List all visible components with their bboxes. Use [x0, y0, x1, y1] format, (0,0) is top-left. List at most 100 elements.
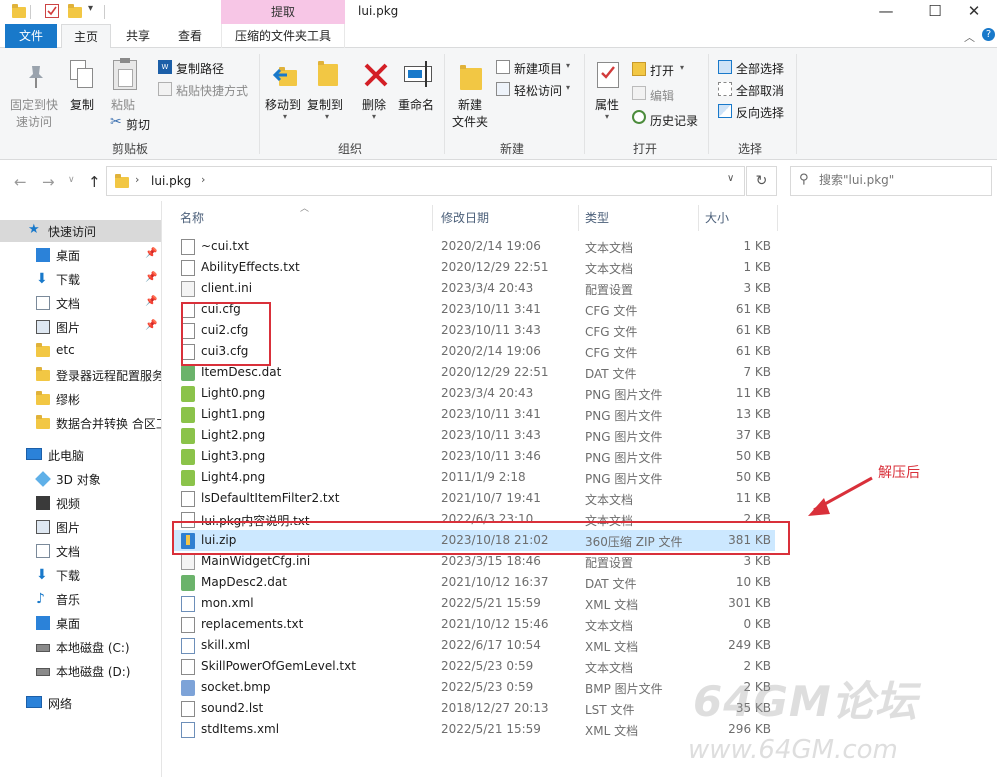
forward-arrow-icon[interactable]: → [42, 173, 55, 191]
file-row[interactable]: MapDesc2.dat 2021/10/12 16:37 DAT 文件 10 KB [173, 572, 775, 593]
file-row[interactable]: Light0.png 2023/3/4 20:43 PNG 图片文件 11 KB [173, 383, 775, 404]
refresh-button[interactable]: ↻ [746, 166, 777, 196]
file-row[interactable]: stdItems.xml 2022/5/21 15:59 XML 文档 296 KB [173, 719, 775, 740]
nav-item-folder[interactable]: 登录器远程配置服务 [0, 364, 161, 386]
nav-this-pc[interactable]: 此电脑 [0, 444, 161, 466]
breadcrumb-chevron-icon[interactable]: › [201, 173, 205, 186]
file-size: 249 KB [728, 638, 771, 652]
history-button[interactable]: 历史记录 [650, 112, 698, 129]
nav-item-documents[interactable]: 文档 [0, 540, 161, 562]
select-none-button[interactable]: 全部取消 [736, 82, 784, 99]
pin-icon: 📌 [145, 320, 158, 331]
address-bar[interactable]: › lui.pkg › ∨ [106, 166, 745, 196]
file-row[interactable]: Light4.png 2011/1/9 2:18 PNG 图片文件 50 KB [173, 467, 775, 488]
file-row[interactable]: SkillPowerOfGemLevel.txt 2022/5/23 0:59 文本… [173, 656, 775, 677]
column-divider[interactable] [432, 205, 433, 231]
copy-to-button[interactable]: 复制到 [307, 96, 343, 113]
nav-network[interactable]: 网络 [0, 692, 161, 714]
file-row[interactable]: skill.xml 2022/6/17 10:54 XML 文档 249 KB [173, 635, 775, 656]
pin-quick-access-button[interactable]: 固定到快 [10, 96, 58, 113]
file-row[interactable]: AbilityEffects.txt 2020/12/29 22:51 文本文档 1 … [173, 257, 775, 278]
invert-selection-button[interactable]: 反向选择 [736, 104, 784, 121]
collapse-ribbon-icon[interactable]: ︿ [964, 29, 975, 45]
nav-item-music[interactable]: ♪ 音乐 [0, 588, 161, 610]
file-size: 11 KB [735, 386, 771, 400]
file-row[interactable]: lsDefaultItemFilter2.txt 2021/10/7 19:41 文… [173, 488, 775, 509]
rename-button[interactable]: 重命名 [398, 96, 434, 113]
back-arrow-icon[interactable]: ← [14, 173, 27, 191]
nav-item-pictures[interactable]: 图片 📌 [0, 316, 161, 338]
nav-item-3d-objects[interactable]: 3D 对象 [0, 468, 161, 490]
select-all-button[interactable]: 全部选择 [736, 60, 784, 77]
minimize-button[interactable]: — [863, 0, 909, 24]
column-header-size[interactable]: 大小 [705, 209, 729, 226]
search-input[interactable] [819, 173, 989, 187]
properties-quick-icon[interactable] [45, 4, 59, 18]
tab-view[interactable]: 查看 [170, 24, 210, 48]
nav-item-etc[interactable]: etc [0, 340, 161, 362]
nav-item-videos[interactable]: 视频 [0, 492, 161, 514]
paste-button[interactable]: 粘贴 [111, 96, 135, 113]
delete-button[interactable]: 删除 [362, 96, 386, 113]
move-to-button[interactable]: 移动到 [265, 96, 301, 113]
nav-item-drive-d[interactable]: 本地磁盘 (D:) [0, 660, 161, 682]
file-row[interactable]: Light1.png 2023/10/11 3:41 PNG 图片文件 13 KB [173, 404, 775, 425]
nav-item-pictures[interactable]: 图片 [0, 516, 161, 538]
easy-access-button[interactable]: 轻松访问 [514, 82, 562, 99]
new-folder-button[interactable]: 新建 [458, 96, 482, 113]
new-folder-quick-icon[interactable] [68, 4, 82, 18]
nav-item-downloads[interactable]: ⬇ 下载 📌 [0, 268, 161, 290]
copy-button[interactable]: 复制 [70, 96, 94, 113]
column-header-name[interactable]: 名称 [180, 209, 204, 226]
tab-home[interactable]: 主页 [61, 24, 111, 49]
file-row[interactable]: Light3.png 2023/10/11 3:46 PNG 图片文件 50 KB [173, 446, 775, 467]
group-divider [584, 54, 585, 154]
address-history-chevron-icon[interactable]: ∨ [727, 173, 734, 184]
open-button[interactable]: 打开 [650, 62, 674, 79]
nav-item-desktop[interactable]: 桌面 📌 [0, 244, 161, 266]
file-size: 3 KB [743, 281, 771, 295]
nav-item-documents[interactable]: 文档 📌 [0, 292, 161, 314]
tab-compressed-folder-tools[interactable]: 压缩的文件夹工具 [221, 24, 345, 48]
file-row[interactable]: client.ini 2023/3/4 20:43 配置设置 3 KB [173, 278, 775, 299]
edit-button[interactable]: 编辑 [650, 87, 674, 104]
column-divider[interactable] [698, 205, 699, 231]
column-divider[interactable] [777, 205, 778, 231]
nav-item-folder[interactable]: 缪彬 [0, 388, 161, 410]
nav-item-downloads[interactable]: ⬇ 下载 [0, 564, 161, 586]
quick-access-dropdown-icon[interactable]: ▾ [88, 3, 93, 14]
tab-file[interactable]: 文件 [5, 24, 57, 48]
close-button[interactable]: ✕ [951, 0, 997, 24]
nav-quick-access-label: 快速访问 [48, 225, 97, 239]
copy-path-button[interactable]: 复制路径 [176, 60, 224, 77]
new-item-button[interactable]: 新建项目 [514, 60, 562, 77]
properties-button[interactable]: 属性 [595, 96, 619, 113]
file-row[interactable]: socket.bmp 2022/5/23 0:59 BMP 图片文件 2 KB [173, 677, 775, 698]
tab-share[interactable]: 共享 [118, 24, 158, 48]
easy-access-icon [496, 82, 510, 96]
watermark-url: www.64GM.com [688, 735, 898, 765]
file-row[interactable]: sound2.lst 2018/12/27 20:13 LST 文件 35 KB [173, 698, 775, 719]
column-divider[interactable] [578, 205, 579, 231]
breadcrumb-item[interactable]: lui.pkg [151, 174, 191, 188]
file-row[interactable]: replacements.txt 2021/10/12 15:46 文本文档 0 KB [173, 614, 775, 635]
help-icon[interactable]: ? [982, 28, 995, 41]
context-tab-extract[interactable]: 提取 [221, 0, 345, 24]
nav-item-drive-c[interactable]: 本地磁盘 (C:) [0, 636, 161, 658]
file-row[interactable]: Light2.png 2023/10/11 3:43 PNG 图片文件 37 KB [173, 425, 775, 446]
recent-locations-chevron-icon[interactable]: ∨ [68, 175, 75, 185]
file-type: PNG 图片文件 [585, 409, 663, 423]
search-box[interactable]: ⚲ [790, 166, 992, 196]
nav-item-folder[interactable]: 数据合并转换 合区工 [0, 412, 161, 434]
up-arrow-icon[interactable]: ↑ [88, 173, 101, 191]
paste-shortcut-button[interactable]: 粘贴快捷方式 [176, 82, 248, 99]
column-header-date[interactable]: 修改日期 [441, 209, 489, 226]
file-row[interactable]: ~cui.txt 2020/2/14 19:06 文本文档 1 KB [173, 236, 775, 257]
breadcrumb-chevron-icon[interactable]: › [135, 173, 139, 186]
text-file-icon [181, 617, 195, 633]
file-row[interactable]: mon.xml 2022/5/21 15:59 XML 文档 301 KB [173, 593, 775, 614]
nav-item-desktop[interactable]: 桌面 [0, 612, 161, 634]
nav-quick-access[interactable]: ★ 快速访问 [0, 220, 161, 242]
cut-button[interactable]: 剪切 [126, 116, 150, 133]
column-header-type[interactable]: 类型 [585, 209, 609, 226]
